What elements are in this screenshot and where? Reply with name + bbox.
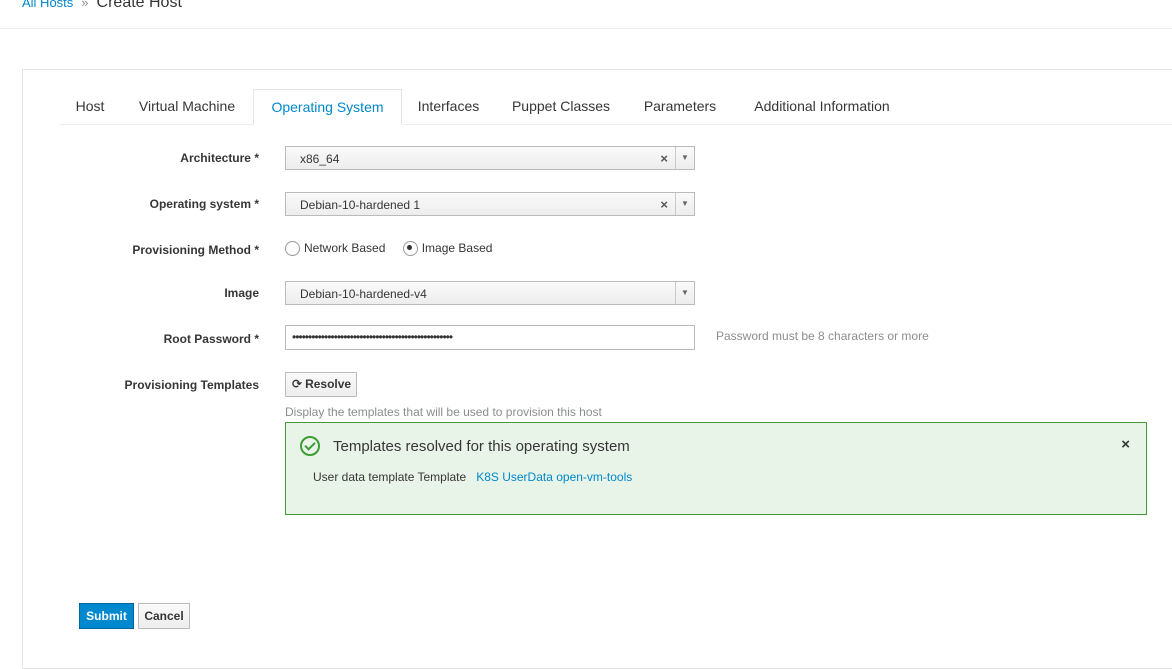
check-circle-icon: [300, 436, 320, 456]
resolve-button[interactable]: ⟳ Resolve: [285, 372, 357, 397]
chevron-down-icon[interactable]: ▼: [675, 193, 694, 215]
alert-template-line: User data template Template K8S UserData …: [313, 470, 632, 484]
radio-network-based[interactable]: Network Based: [285, 241, 386, 257]
image-label: Image: [224, 286, 259, 300]
provisioning-method-label: Provisioning Method *: [132, 243, 259, 257]
templates-resolved-alert: Templates resolved for this operating sy…: [285, 422, 1147, 515]
provisioning-templates-help: Display the templates that will be used …: [285, 405, 602, 419]
cancel-button[interactable]: Cancel: [138, 603, 190, 629]
alert-title: Templates resolved for this operating sy…: [333, 438, 630, 455]
operating-system-select[interactable]: Debian-10-hardened 1 × ▼: [285, 192, 695, 216]
image-value: Debian-10-hardened-v4: [300, 287, 427, 301]
submit-button[interactable]: Submit: [79, 603, 134, 629]
operating-system-value: Debian-10-hardened 1: [300, 198, 421, 212]
page-title: Create Host: [96, 0, 182, 11]
tab-interfaces[interactable]: Interfaces: [402, 89, 495, 124]
operating-system-clear-icon[interactable]: ×: [660, 197, 668, 212]
image-select[interactable]: Debian-10-hardened-v4 ▼: [285, 281, 695, 305]
breadcrumb: All Hosts » Create Host: [22, 0, 182, 14]
tab-parameters[interactable]: Parameters: [627, 89, 733, 124]
refresh-icon: ⟳: [292, 377, 303, 391]
chevron-down-icon[interactable]: ▼: [675, 282, 694, 304]
root-password-help: Password must be 8 characters or more: [716, 329, 929, 343]
radio-unchecked-icon[interactable]: [285, 241, 300, 257]
root-password-label: Root Password *: [163, 332, 259, 346]
architecture-select[interactable]: x86_64 × ▼: [285, 146, 695, 170]
operating-system-label: Operating system *: [149, 197, 259, 211]
alert-template-label: User data template Template: [313, 470, 467, 484]
radio-image-based-label: Image Based: [421, 241, 493, 255]
provisioning-method-radios: Network Based Image Based: [285, 241, 506, 257]
radio-network-based-label: Network Based: [304, 241, 386, 255]
tab-host[interactable]: Host: [59, 89, 121, 124]
provisioning-templates-label: Provisioning Templates: [124, 378, 259, 392]
architecture-label: Architecture *: [180, 151, 259, 165]
resolve-button-label: Resolve: [305, 377, 352, 391]
root-password-input[interactable]: ••••••••••••••••••••••••••••••••••••••••…: [285, 325, 695, 350]
architecture-value: x86_64: [300, 152, 340, 166]
tab-bar: Host Virtual Machine Operating System In…: [59, 89, 1172, 125]
header-divider: [0, 28, 1172, 29]
tab-additional-information[interactable]: Additional Information: [733, 89, 911, 124]
breadcrumb-all-hosts-link[interactable]: All Hosts: [22, 0, 73, 10]
architecture-clear-icon[interactable]: ×: [660, 151, 668, 166]
chevron-down-icon[interactable]: ▼: [675, 147, 694, 169]
breadcrumb-separator: »: [81, 0, 89, 10]
radio-image-based[interactable]: Image Based: [402, 241, 493, 257]
tab-virtual-machine[interactable]: Virtual Machine: [121, 89, 253, 124]
close-icon[interactable]: ×: [1121, 436, 1130, 453]
template-link[interactable]: K8S UserData open-vm-tools: [476, 470, 632, 484]
radio-checked-icon[interactable]: [402, 241, 418, 257]
tab-puppet-classes[interactable]: Puppet Classes: [495, 89, 627, 124]
tab-operating-system[interactable]: Operating System: [253, 89, 402, 125]
